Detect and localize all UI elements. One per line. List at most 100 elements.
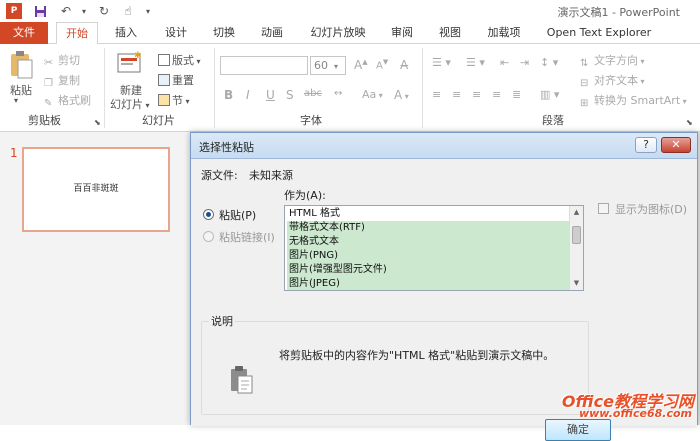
paste-link-radio[interactable]	[203, 231, 214, 242]
align-text-button[interactable]: ⊟ 对齐文本 ▾	[580, 72, 645, 90]
font-color-dropdown-icon: ▾	[402, 92, 409, 101]
numbering-icon[interactable]: ☰ ▾	[466, 56, 485, 69]
close-button[interactable]: ✕	[661, 137, 691, 153]
justify-icon[interactable]: ≡	[492, 88, 501, 101]
tab-transitions[interactable]: 切换	[204, 22, 244, 44]
list-item[interactable]: 无格式文本	[287, 235, 571, 249]
listbox-scrollbar[interactable]: ▲ ▼	[569, 206, 583, 290]
display-as-icon-label[interactable]: 显示为图标(D)	[615, 201, 687, 217]
layout-label: 版式	[172, 54, 194, 67]
bold-button[interactable]: B	[224, 88, 233, 102]
line-spacing-icon[interactable]: ↕ ▾	[540, 56, 558, 69]
undo-icon[interactable]: ↶	[58, 3, 74, 19]
save-icon[interactable]	[32, 3, 48, 19]
tab-review[interactable]: 审阅	[384, 22, 420, 44]
paste-radio[interactable]	[203, 209, 214, 220]
slides-group-label: 幻灯片	[142, 114, 175, 127]
paragraph-group-label: 段落	[542, 114, 564, 127]
columns-icon[interactable]: ▥ ▾	[540, 88, 559, 101]
clear-format-icon[interactable]: A̶	[400, 58, 408, 72]
change-case-button[interactable]: Aa ▾	[362, 88, 383, 101]
undo-dropdown-icon[interactable]: ▾	[76, 3, 92, 19]
italic-button[interactable]: I	[246, 88, 250, 102]
char-spacing-icon[interactable]: ↔	[334, 88, 342, 99]
touch-mode-icon[interactable]: ☝	[120, 3, 136, 19]
paste-link-radio-label[interactable]: 粘贴链接(I)	[219, 229, 275, 245]
clipboard-launcher-icon[interactable]: ⬊	[94, 118, 101, 127]
redo-icon[interactable]: ↻	[96, 3, 112, 19]
slide-thumbnail-text: 百百非斑斑	[73, 184, 119, 194]
new-slide-button[interactable]: 幻灯片 ▾	[110, 96, 150, 112]
reset-button[interactable]: 重置	[158, 72, 194, 88]
tab-view[interactable]: 视图	[432, 22, 468, 44]
slide-number: 1	[10, 146, 18, 160]
section-button[interactable]: 节 ▾	[158, 92, 190, 108]
dialog-body: 源文件: 未知来源 作为(A): 粘贴(P) 粘贴链接(I) HTML 格式 带…	[191, 159, 697, 441]
align-center-icon[interactable]: ≡	[452, 88, 461, 101]
align-text-dropdown-icon: ▾	[638, 77, 645, 86]
help-button[interactable]: ?	[635, 137, 657, 153]
tab-file[interactable]: 文件	[0, 22, 48, 44]
align-left-icon[interactable]: ≡	[432, 88, 441, 101]
tab-insert[interactable]: 插入	[106, 22, 146, 44]
customize-toolbar-icon[interactable]: ▾	[140, 3, 156, 19]
ribbon: 粘贴 ▾ ✂ 剪切 ❐ 复制 ✎ 格式刷 剪贴板 ⬊ ✱ 新建 幻灯片 ▾ 版式 ▾ …	[0, 44, 700, 132]
align-right-icon[interactable]: ≡	[472, 88, 481, 101]
tab-slideshow[interactable]: 幻灯片放映	[304, 22, 372, 44]
cut-label: 剪切	[58, 54, 80, 67]
format-painter-button[interactable]: ✎ 格式刷	[44, 92, 91, 110]
change-case-label: Aa	[362, 88, 377, 101]
copy-icon: ❐	[44, 78, 53, 89]
slide-thumbnail[interactable]: 百百非斑斑	[22, 147, 170, 232]
font-color-label: A	[394, 88, 403, 102]
tab-open-text-explorer[interactable]: Open Text Explorer	[540, 22, 658, 44]
decrease-font-icon[interactable]: A▼	[376, 58, 388, 71]
scroll-up-icon[interactable]: ▲	[572, 208, 581, 217]
font-name-input[interactable]	[220, 56, 308, 75]
increase-indent-icon[interactable]: ⇥	[520, 56, 529, 69]
shadow-s-button[interactable]: S	[286, 88, 294, 102]
strikethrough-button[interactable]: abc	[304, 88, 322, 99]
scroll-thumb[interactable]	[572, 226, 581, 244]
bullets-icon[interactable]: ☰ ▾	[432, 56, 451, 69]
dialog-title-bar[interactable]: 选择性粘贴 ? ✕	[191, 133, 697, 159]
tab-animations[interactable]: 动画	[252, 22, 292, 44]
display-as-icon-checkbox[interactable]	[598, 203, 609, 214]
list-item[interactable]: 带格式文本(RTF)	[287, 221, 571, 235]
list-item[interactable]: 图片(增强型图元文件)	[287, 263, 571, 277]
layout-icon	[158, 54, 170, 66]
increase-font-icon[interactable]: A▲	[354, 58, 368, 72]
tab-design[interactable]: 设计	[156, 22, 196, 44]
list-item[interactable]: 图片(JPEG)	[287, 277, 571, 290]
paste-radio-label[interactable]: 粘贴(P)	[219, 207, 256, 223]
underline-button[interactable]: U	[266, 88, 275, 102]
font-size-input[interactable]: 60 ▾	[310, 56, 346, 75]
list-item[interactable]: HTML 格式	[287, 207, 571, 221]
cut-button[interactable]: ✂ 剪切	[44, 52, 80, 69]
distribute-icon[interactable]: ≣	[512, 88, 521, 101]
align-text-icon: ⊟	[580, 78, 589, 89]
paste-icon[interactable]	[8, 50, 34, 80]
new-slide-label-2: 幻灯片	[110, 98, 143, 111]
paste-as-listbox[interactable]: HTML 格式 带格式文本(RTF) 无格式文本 图片(PNG) 图片(增强型图…	[284, 205, 584, 291]
divider	[422, 48, 423, 128]
scroll-down-icon[interactable]: ▼	[572, 279, 581, 288]
paste-dropdown-icon[interactable]: ▾	[14, 96, 18, 105]
tab-addins[interactable]: 加载项	[480, 22, 528, 44]
description-text: 将剪贴板中的内容作为"HTML 格式"粘贴到演示文稿中。	[279, 349, 555, 362]
new-slide-icon[interactable]: ✱	[116, 50, 142, 78]
layout-dropdown-icon: ▾	[194, 57, 201, 66]
convert-smartart-label: 转换为 SmartArt	[594, 94, 681, 107]
copy-button[interactable]: ❐ 复制	[44, 72, 80, 90]
tab-home[interactable]: 开始	[56, 22, 98, 45]
convert-smartart-button[interactable]: ⊞ 转换为 SmartArt ▾	[580, 92, 687, 110]
paragraph-launcher-icon[interactable]: ⬊	[686, 118, 693, 127]
list-item[interactable]: 图片(PNG)	[287, 249, 571, 263]
text-direction-label: 文字方向	[594, 54, 638, 67]
font-color-button[interactable]: A ▾	[394, 88, 409, 102]
font-size-value: 60	[314, 59, 328, 72]
text-direction-button[interactable]: ⇅ 文字方向 ▾	[580, 52, 645, 70]
layout-button[interactable]: 版式 ▾	[158, 52, 201, 68]
decrease-indent-icon[interactable]: ⇤	[500, 56, 509, 69]
divider	[104, 48, 105, 128]
